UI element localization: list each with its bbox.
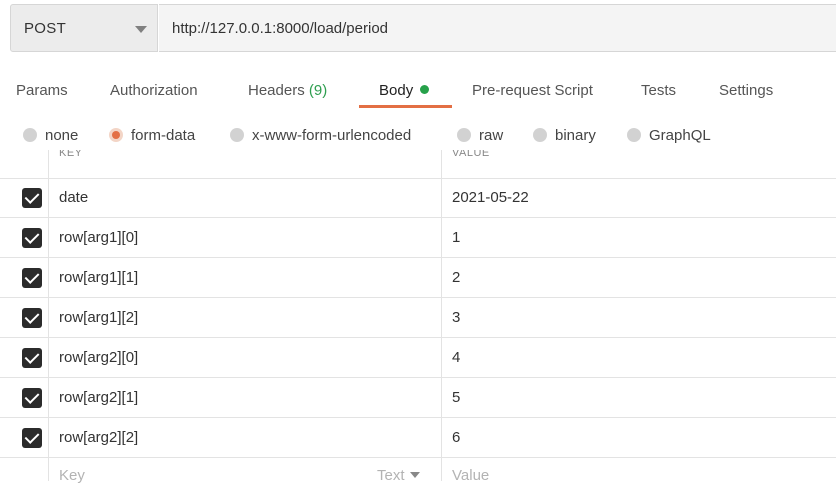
radio-raw[interactable]: raw (457, 127, 503, 144)
row-value[interactable]: 2021-05-22 (452, 189, 529, 206)
row-key[interactable]: date (59, 189, 88, 206)
row-checkbox[interactable] (22, 228, 42, 248)
active-tab-indicator (359, 105, 452, 108)
row-checkbox[interactable] (22, 388, 42, 408)
column-divider (48, 150, 49, 481)
caret-down-icon (409, 472, 420, 478)
radio-binary[interactable]: binary (533, 127, 596, 144)
row-key[interactable]: row[arg2][2] (59, 429, 138, 446)
row-checkbox[interactable] (22, 348, 42, 368)
tab-label: Headers (248, 82, 305, 99)
column-divider (441, 150, 442, 481)
row-key[interactable]: row[arg2][0] (59, 349, 138, 366)
radio-icon (627, 128, 641, 142)
row-key[interactable]: row[arg2][1] (59, 389, 138, 406)
new-value-input[interactable]: Value (452, 467, 489, 484)
table-row: row[arg1][0] 1 (0, 218, 836, 258)
chevron-down-icon (135, 26, 147, 33)
row-value[interactable]: 1 (452, 229, 460, 246)
radio-icon (457, 128, 471, 142)
method-label: POST (24, 20, 67, 37)
tab-label: Body (379, 82, 414, 99)
row-checkbox[interactable] (22, 428, 42, 448)
row-value[interactable]: 4 (452, 349, 460, 366)
radio-label: none (45, 127, 79, 144)
radio-none[interactable]: none (23, 127, 78, 144)
row-value[interactable]: 3 (452, 309, 460, 326)
row-value[interactable]: 2 (452, 269, 460, 286)
radio-label: GraphQL (649, 127, 711, 144)
tab-body[interactable]: Body (379, 82, 430, 99)
method-select[interactable]: POST (10, 4, 158, 52)
radio-icon (23, 128, 37, 142)
table-row: date 2021-05-22 (0, 178, 836, 218)
table-row: row[arg1][1] 2 (0, 258, 836, 298)
headers-count-badge: (9) (308, 82, 328, 99)
tab-pre-request-script[interactable]: Pre-request Script (472, 82, 593, 99)
radio-form-data[interactable]: form-data (109, 127, 195, 144)
column-header-value: VALUE (452, 150, 490, 159)
type-label: Text (377, 467, 405, 484)
new-key-input[interactable]: Key (59, 467, 85, 484)
tab-authorization[interactable]: Authorization (110, 82, 198, 99)
tab-params[interactable]: Params (16, 82, 68, 99)
request-tabs: Params Authorization Headers (9) Body Pr… (0, 78, 836, 110)
url-input[interactable]: http://127.0.0.1:8000/load/period (159, 4, 836, 52)
row-checkbox[interactable] (22, 268, 42, 288)
row-checkbox[interactable] (22, 308, 42, 328)
active-dot-icon (420, 85, 430, 94)
radio-x-www-form-urlencoded[interactable]: x-www-form-urlencoded (230, 127, 411, 144)
row-key[interactable]: row[arg1][1] (59, 269, 138, 286)
radio-icon (533, 128, 547, 142)
table-row: row[arg2][2] 6 (0, 418, 836, 458)
form-data-table: KEY VALUE date 2021-05-22 row[arg1][0] 1… (0, 150, 836, 484)
radio-graphql[interactable]: GraphQL (627, 127, 711, 144)
table-header: KEY VALUE (0, 150, 836, 179)
row-key[interactable]: row[arg1][0] (59, 229, 138, 246)
radio-selected-icon (109, 128, 123, 142)
tab-label: Params (16, 82, 68, 99)
table-row: row[arg2][1] 5 (0, 378, 836, 418)
tab-label: Settings (719, 82, 774, 99)
row-checkbox[interactable] (22, 188, 42, 208)
radio-label: x-www-form-urlencoded (252, 127, 412, 144)
url-text: http://127.0.0.1:8000/load/period (172, 20, 389, 37)
body-mode-group: none form-data x-www-form-urlencoded raw… (0, 124, 836, 150)
table-row: row[arg1][2] 3 (0, 298, 836, 338)
tab-label: Authorization (110, 82, 198, 99)
radio-label: raw (479, 127, 504, 144)
row-value[interactable]: 5 (452, 389, 460, 406)
radio-icon (230, 128, 244, 142)
tab-settings[interactable]: Settings (719, 82, 773, 99)
radio-label: form-data (131, 127, 196, 144)
column-header-key: KEY (59, 150, 83, 159)
tab-headers[interactable]: Headers (9) (248, 82, 327, 99)
radio-label: binary (555, 127, 596, 144)
tab-tests[interactable]: Tests (641, 82, 676, 99)
tab-label: Pre-request Script (472, 82, 593, 99)
row-value[interactable]: 6 (452, 429, 460, 446)
type-select[interactable]: Text (377, 467, 420, 484)
new-row: Key Text Value (0, 458, 836, 488)
request-bar: POST http://127.0.0.1:8000/load/period (10, 4, 836, 54)
table-row: row[arg2][0] 4 (0, 338, 836, 378)
tab-label: Tests (641, 82, 677, 99)
row-key[interactable]: row[arg1][2] (59, 309, 138, 326)
